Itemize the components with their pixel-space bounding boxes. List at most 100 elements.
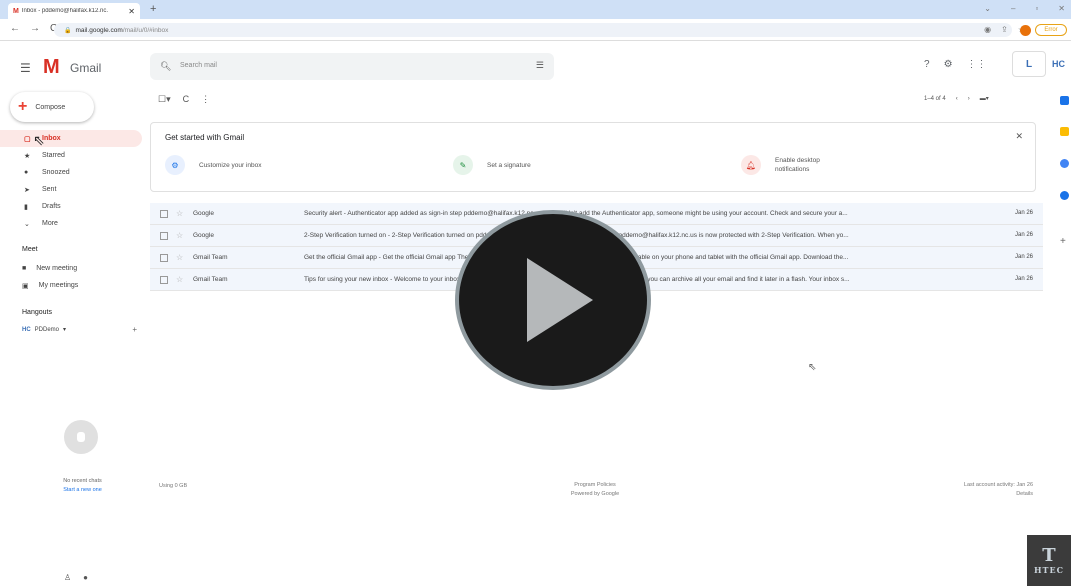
add-chat-icon[interactable]: + (132, 325, 137, 334)
star-icon[interactable]: ☆ (176, 275, 183, 284)
start-chat-link[interactable]: Start a new one (45, 487, 120, 493)
row-checkbox[interactable] (160, 254, 168, 262)
keep-app-icon[interactable] (1060, 127, 1069, 136)
set-signature-label: Set a signature (487, 161, 531, 169)
search-options-icon[interactable]: ☰ (536, 60, 544, 71)
main-menu-icon[interactable]: ☰ (20, 61, 31, 75)
compose-plus-icon: + (18, 98, 28, 115)
share-icon[interactable]: ⇪ (1001, 25, 1008, 34)
person-icon[interactable]: ♙ (64, 573, 71, 582)
enable-notifications-button[interactable]: 🔔︎ Enable desktop notifications (741, 155, 845, 175)
video-play-button[interactable] (455, 210, 651, 390)
sidebar-item-label: Inbox (42, 135, 61, 142)
star-icon: ★ (24, 152, 31, 160)
tasks-app-icon[interactable] (1060, 159, 1069, 168)
help-icon[interactable]: ? (924, 59, 930, 70)
profile-avatar[interactable] (1020, 25, 1031, 36)
error-button[interactable]: Error (1035, 24, 1067, 36)
location-icon[interactable]: ◉ (984, 25, 991, 34)
powered-by-text: Powered by Google (570, 491, 620, 497)
sidebar-nav: ▢ Inbox ★ Starred ● Snoozed ➤ Sent ▮ Dra… (0, 130, 145, 232)
footer-center: Program Policies Powered by Google (540, 481, 650, 499)
card-title: Get started with Gmail (165, 133, 245, 142)
sidebar-item-label: More (42, 220, 58, 227)
new-tab-icon[interactable]: + (150, 3, 156, 15)
chevron-left-icon[interactable]: ‹ (956, 96, 958, 102)
close-window-icon[interactable]: ✕ (1058, 4, 1065, 13)
hangouts-user[interactable]: HC PDDemo ▾ + (22, 325, 137, 334)
set-signature-button[interactable]: ✎ Set a signature (453, 155, 557, 175)
compose-button[interactable]: + Compose (10, 92, 94, 122)
meet-heading: Meet (22, 246, 38, 253)
gmail-favicon-icon: M (13, 7, 19, 15)
chevron-down-icon[interactable]: ⌄ (984, 4, 991, 13)
star-icon[interactable]: ☆ (176, 253, 183, 262)
compose-label: Compose (35, 103, 66, 111)
account-avatar[interactable]: HC (1052, 59, 1065, 69)
select-all-checkbox[interactable]: ☐▾ (158, 94, 171, 105)
input-tools-icon[interactable]: ▬▾ (980, 95, 989, 102)
sidebar-item-label: Snoozed (42, 169, 70, 176)
customize-inbox-button[interactable]: ⚙ Customize your inbox (165, 155, 269, 175)
hangouts-heading: Hangouts (22, 309, 52, 316)
close-tab-icon[interactable]: ✕ (128, 7, 135, 16)
email-snippet: Security alert - Authenticator app added… (304, 210, 848, 217)
row-checkbox[interactable] (160, 232, 168, 240)
my-meetings-label: My meetings (38, 282, 79, 289)
new-meeting-button[interactable]: ■ New meeting (22, 265, 77, 272)
get-started-card: Get started with Gmail ✕ ⚙ Customize you… (150, 122, 1036, 192)
gmail-logo-text[interactable]: Gmail (70, 61, 101, 75)
apps-grid-icon[interactable]: ⋮⋮ (967, 59, 987, 70)
draft-icon: ▮ (24, 203, 28, 211)
email-snippet: Get the official Gmail app - Get the off… (304, 254, 849, 261)
pen-icon: ✎ (453, 155, 473, 175)
sidebar-item-snoozed[interactable]: ● Snoozed (0, 164, 145, 181)
pagination: 1–4 of 4 ‹ › ▬▾ (924, 95, 989, 103)
row-checkbox[interactable] (160, 276, 168, 284)
gear-icon: ⚙ (165, 155, 185, 175)
my-meetings-button[interactable]: ▣ My meetings (22, 282, 78, 290)
search-icon[interactable]: 🔍︎ (160, 61, 171, 72)
calendar-app-icon[interactable] (1060, 96, 1069, 105)
pagination-text: 1–4 of 4 (924, 95, 946, 102)
back-icon[interactable]: ← (10, 23, 20, 34)
sidebar-item-inbox[interactable]: ▢ Inbox (0, 130, 142, 147)
search-bar[interactable]: 🔍︎ Search mail ☰ (150, 53, 554, 80)
chat-icon[interactable]: ● (83, 573, 88, 582)
search-input[interactable]: Search mail (180, 62, 217, 69)
program-policies-link[interactable]: Program Policies (540, 481, 650, 490)
sidebar-item-starred[interactable]: ★ Starred (0, 147, 145, 164)
star-icon[interactable]: ☆ (176, 209, 183, 218)
details-link[interactable]: Details (900, 490, 1033, 499)
chevron-right-icon[interactable]: › (968, 96, 970, 102)
settings-gear-icon[interactable]: ⚙ (944, 59, 953, 70)
row-checkbox[interactable] (160, 210, 168, 218)
star-icon[interactable]: ☆ (176, 231, 183, 240)
sidebar-item-more[interactable]: ⌄ More (0, 215, 145, 232)
forward-icon[interactable]: → (30, 23, 40, 34)
close-icon[interactable]: ✕ (1015, 131, 1023, 142)
email-sender: Gmail Team (193, 276, 228, 283)
side-panel: + (1056, 91, 1071, 586)
maximize-icon[interactable]: ▫ (1035, 4, 1038, 13)
browser-tab[interactable]: M Inbox - pddemo@halifax.k12.nc. ✕ (8, 3, 140, 19)
hangouts-user-name: PDDemo (34, 326, 60, 333)
url-domain: mail.google.com (75, 26, 123, 34)
minimize-icon[interactable]: – (1011, 4, 1015, 13)
sidebar-item-sent[interactable]: ➤ Sent (0, 181, 145, 198)
refresh-icon[interactable]: C (183, 94, 190, 105)
dropdown-caret-icon[interactable]: ▾ (63, 326, 66, 333)
add-addon-icon[interactable]: + (1060, 236, 1066, 247)
more-options-icon[interactable]: ⋮ (201, 94, 210, 105)
mail-toolbar: ☐▾ C ⋮ (158, 94, 210, 105)
contacts-app-icon[interactable] (1060, 191, 1069, 200)
new-meeting-label: New meeting (36, 265, 78, 272)
sidebar-item-drafts[interactable]: ▮ Drafts (0, 198, 145, 215)
account-logo[interactable]: L (1012, 51, 1046, 77)
watermark-logo: T HTEC (1027, 535, 1071, 586)
url-input[interactable]: 🔒 mail.google.com/mail/u/0/#inbox (54, 23, 1012, 37)
email-date: Jan 26 (1014, 210, 1033, 216)
video-camera-icon: ■ (22, 265, 27, 272)
gmail-logo-icon[interactable]: M (43, 56, 60, 79)
mouse-cursor-icon: ⇖ (33, 132, 45, 148)
